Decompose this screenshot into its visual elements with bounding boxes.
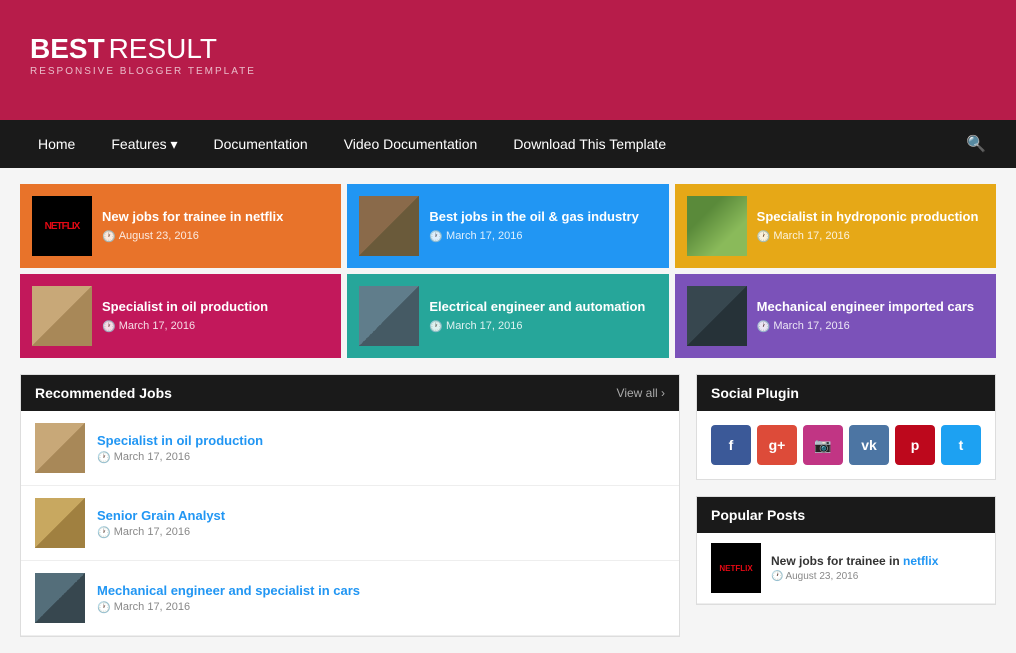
rec-title-oilprod: Specialist in oil production — [97, 433, 665, 448]
popular-posts-header: Popular Posts — [697, 497, 995, 533]
pop-info-netflix: New jobs for trainee in netflix 🕐 August… — [771, 554, 938, 582]
clock-icon: 🕐 — [429, 320, 443, 333]
featured-title-hydro: Specialist in hydroponic production — [757, 209, 984, 226]
featured-date-elec: 🕐 March 17, 2016 — [429, 320, 656, 333]
featured-title-mech: Mechanical engineer imported cars — [757, 299, 984, 316]
nav-documentation[interactable]: Documentation — [196, 122, 326, 166]
featured-info-mech: Mechanical engineer imported cars 🕐 Marc… — [757, 299, 984, 333]
featured-thumb-netflix: NETFLIX — [32, 196, 92, 256]
featured-date-netflix: 🕐 August 23, 2016 — [102, 230, 329, 243]
pinterest-icon[interactable]: p — [895, 425, 935, 465]
featured-card-hydroponic[interactable]: Specialist in hydroponic production 🕐 Ma… — [675, 184, 996, 268]
featured-card-oil-gas[interactable]: Best jobs in the oil & gas industry 🕐 Ma… — [347, 184, 668, 268]
rec-info-oilprod: Specialist in oil production 🕐 March 17,… — [97, 433, 665, 464]
social-plugin-box: Social Plugin f g+ 📷 vk p t — [696, 374, 996, 480]
featured-date-hydro: 🕐 March 17, 2016 — [757, 230, 984, 243]
rec-date-grain: 🕐 March 17, 2016 — [97, 526, 665, 539]
clock-icon: 🕐 — [757, 320, 771, 333]
featured-thumb-elec — [359, 286, 419, 346]
featured-title-elec: Electrical engineer and automation — [429, 299, 656, 316]
clock-icon: 🕐 — [97, 601, 111, 614]
main-content: NETFLIX New jobs for trainee in netflix … — [0, 168, 1016, 653]
rec-thumb-grain — [35, 498, 85, 548]
featured-thumb-hydro — [687, 196, 747, 256]
pop-title-netflix: New jobs for trainee in netflix — [771, 554, 938, 568]
rec-info-cars: Mechanical engineer and specialist in ca… — [97, 583, 665, 614]
featured-title-oilprod: Specialist in oil production — [102, 299, 329, 316]
instagram-icon[interactable]: 📷 — [803, 425, 843, 465]
rec-date-oilprod: 🕐 March 17, 2016 — [97, 451, 665, 464]
rec-thumb-cars — [35, 573, 85, 623]
nav-video-documentation[interactable]: Video Documentation — [326, 122, 496, 166]
two-column-layout: Recommended Jobs View all › Specialist i… — [20, 374, 996, 637]
vk-icon[interactable]: vk — [849, 425, 889, 465]
rec-link-oilprod[interactable]: Specialist in oil production — [97, 433, 263, 448]
featured-card-electrical[interactable]: Electrical engineer and automation 🕐 Mar… — [347, 274, 668, 358]
pop-title-link: netflix — [903, 554, 938, 568]
social-icons-container: f g+ 📷 vk p t — [697, 411, 995, 479]
rec-date-cars: 🕐 March 17, 2016 — [97, 601, 665, 614]
rec-title-grain: Senior Grain Analyst — [97, 508, 665, 523]
featured-card-netflix[interactable]: NETFLIX New jobs for trainee in netflix … — [20, 184, 341, 268]
rec-item-grain[interactable]: Senior Grain Analyst 🕐 March 17, 2016 — [21, 486, 679, 561]
featured-info-netflix: New jobs for trainee in netflix 🕐 August… — [102, 209, 329, 243]
featured-thumb-oilprod — [32, 286, 92, 346]
featured-title-netflix: New jobs for trainee in netflix — [102, 209, 329, 226]
clock-icon: 🕐 — [102, 320, 116, 333]
rec-link-cars[interactable]: Mechanical engineer and specialist in ca… — [97, 583, 360, 598]
featured-thumb-mech — [687, 286, 747, 346]
pop-thumb-netflix: NETFLIX — [711, 543, 761, 593]
featured-info-oilprod: Specialist in oil production 🕐 March 17,… — [102, 299, 329, 333]
logo-subtitle: RESPONSIVE BLOGGER TEMPLATE — [30, 66, 256, 78]
pop-date-netflix: 🕐 August 23, 2016 — [771, 571, 938, 582]
rec-link-grain[interactable]: Senior Grain Analyst — [97, 508, 225, 523]
clock-icon: 🕐 — [771, 571, 783, 582]
pop-item-netflix[interactable]: NETFLIX New jobs for trainee in netflix … — [697, 533, 995, 604]
rec-item-cars[interactable]: Mechanical engineer and specialist in ca… — [21, 561, 679, 636]
featured-thumb-oil — [359, 196, 419, 256]
recommended-title: Recommended Jobs — [35, 385, 172, 401]
logo-result: RESULT — [109, 33, 217, 64]
recommended-jobs-box: Recommended Jobs View all › Specialist i… — [20, 374, 680, 637]
logo-best: BEST — [30, 33, 105, 64]
popular-posts-box: Popular Posts NETFLIX New jobs for train… — [696, 496, 996, 605]
featured-date-mech: 🕐 March 17, 2016 — [757, 320, 984, 333]
clock-icon: 🕐 — [757, 230, 771, 243]
clock-icon: 🕐 — [97, 526, 111, 539]
nav-download-template[interactable]: Download This Template — [495, 122, 684, 166]
featured-title-oil: Best jobs in the oil & gas industry — [429, 209, 656, 226]
google-plus-icon[interactable]: g+ — [757, 425, 797, 465]
facebook-icon[interactable]: f — [711, 425, 751, 465]
featured-info-hydro: Specialist in hydroponic production 🕐 Ma… — [757, 209, 984, 243]
social-plugin-header: Social Plugin — [697, 375, 995, 411]
twitter-icon[interactable]: t — [941, 425, 981, 465]
featured-grid: NETFLIX New jobs for trainee in netflix … — [20, 184, 996, 358]
logo: BEST RESULT RESPONSIVE BLOGGER TEMPLATE — [30, 32, 256, 78]
featured-info-elec: Electrical engineer and automation 🕐 Mar… — [429, 299, 656, 333]
featured-card-oilprod[interactable]: Specialist in oil production 🕐 March 17,… — [20, 274, 341, 358]
view-all-link[interactable]: View all › — [617, 386, 665, 400]
featured-date-oil: 🕐 March 17, 2016 — [429, 230, 656, 243]
navigation: Home Features ▾ Documentation Video Docu… — [0, 120, 1016, 168]
rec-title-cars: Mechanical engineer and specialist in ca… — [97, 583, 665, 598]
recommended-header: Recommended Jobs View all › — [21, 375, 679, 411]
rec-item-oilprod[interactable]: Specialist in oil production 🕐 March 17,… — [21, 411, 679, 486]
sidebar: Social Plugin f g+ 📷 vk p t Popular Post… — [696, 374, 996, 637]
rec-thumb-oilprod — [35, 423, 85, 473]
featured-card-mechanical[interactable]: Mechanical engineer imported cars 🕐 Marc… — [675, 274, 996, 358]
clock-icon: 🕐 — [102, 230, 116, 243]
featured-date-oilprod: 🕐 March 17, 2016 — [102, 320, 329, 333]
search-icon[interactable]: 🔍 — [956, 124, 996, 164]
rec-info-grain: Senior Grain Analyst 🕐 March 17, 2016 — [97, 508, 665, 539]
header: BEST RESULT RESPONSIVE BLOGGER TEMPLATE — [0, 0, 1016, 120]
nav-features[interactable]: Features ▾ — [93, 122, 195, 167]
featured-info-oil: Best jobs in the oil & gas industry 🕐 Ma… — [429, 209, 656, 243]
nav-home[interactable]: Home — [20, 122, 93, 166]
clock-icon: 🕐 — [97, 451, 111, 464]
clock-icon: 🕐 — [429, 230, 443, 243]
